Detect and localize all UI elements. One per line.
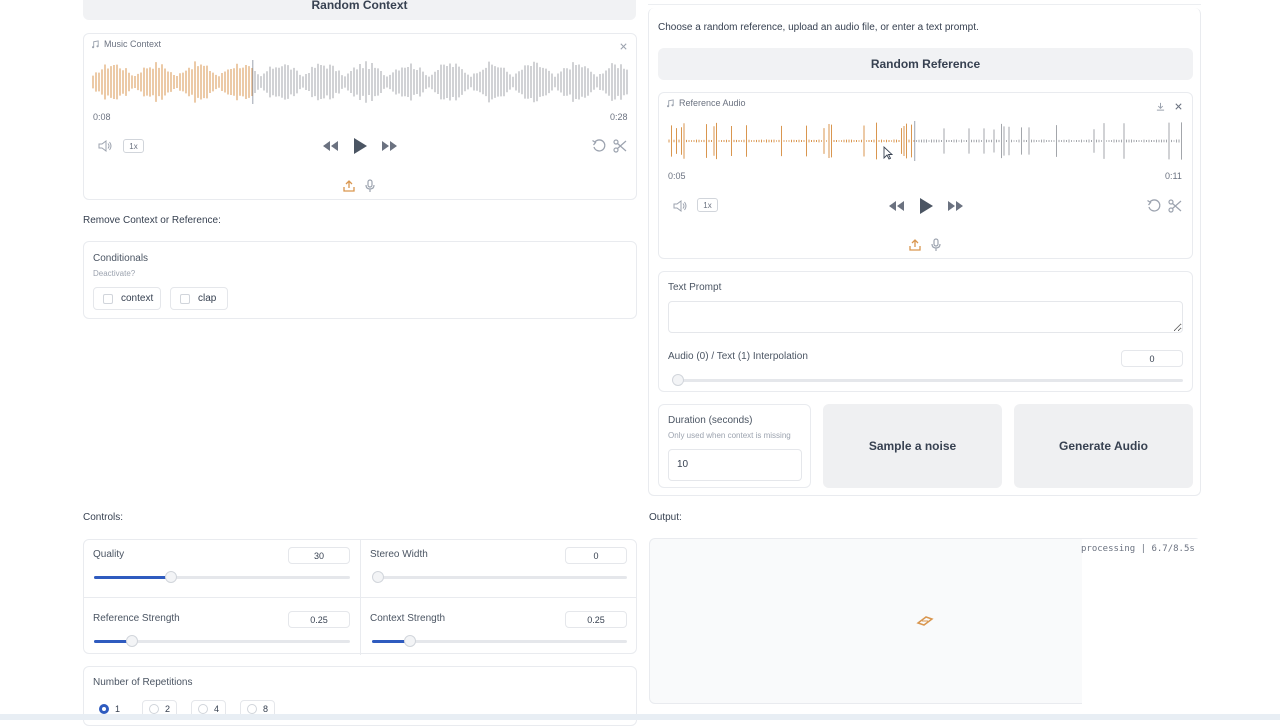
stereo-width-slider-thumb[interactable] bbox=[372, 571, 384, 583]
interpolation-value[interactable]: 0 bbox=[1121, 350, 1183, 367]
undo-icon[interactable] bbox=[591, 138, 607, 154]
processing-status: processing | 6.7/8.5s bbox=[1081, 544, 1195, 554]
rewind-icon[interactable] bbox=[322, 139, 340, 153]
music-context-tag: Music Context bbox=[91, 39, 161, 49]
music-note-icon bbox=[666, 98, 674, 107]
fast-forward-icon[interactable] bbox=[946, 199, 964, 213]
text-prompt-panel: Text Prompt Audio (0) / Text (1) Interpo… bbox=[658, 271, 1193, 392]
random-reference-button[interactable]: Random Reference bbox=[658, 48, 1193, 80]
context-strength-value[interactable]: 0.25 bbox=[565, 611, 627, 628]
output-panel: processing | 6.7/8.5s bbox=[649, 538, 1201, 704]
conditionals-panel: Conditionals Deactivate? context clap bbox=[83, 241, 637, 319]
close-icon[interactable] bbox=[619, 42, 628, 51]
interpolation-label: Audio (0) / Text (1) Interpolation bbox=[668, 351, 808, 362]
context-checkbox[interactable]: context bbox=[93, 287, 161, 310]
quality-label: Quality bbox=[93, 549, 125, 560]
controls-panel: Quality 30 Stereo Width 0 Reference Stre… bbox=[83, 539, 637, 655]
download-icon[interactable] bbox=[1156, 102, 1165, 111]
radio-dot[interactable] bbox=[149, 704, 159, 714]
repetitions-label: Number of Repetitions bbox=[93, 677, 193, 688]
volume-icon[interactable] bbox=[672, 199, 688, 213]
upload-icon[interactable] bbox=[909, 238, 921, 251]
fast-forward-icon[interactable] bbox=[380, 139, 398, 153]
controls-divider-horizontal bbox=[84, 597, 636, 598]
reference-audio-player: Reference Audio 0:05 0:11 1x bbox=[658, 92, 1193, 259]
play-icon[interactable] bbox=[352, 137, 368, 155]
quality-slider-fill bbox=[94, 576, 171, 579]
context-strength-slider-thumb[interactable] bbox=[404, 635, 417, 647]
volume-icon[interactable] bbox=[97, 139, 113, 153]
upload-icon[interactable] bbox=[343, 179, 355, 192]
text-prompt-input[interactable] bbox=[668, 301, 1183, 333]
checkbox-box[interactable] bbox=[103, 293, 113, 304]
microphone-icon[interactable] bbox=[930, 238, 942, 252]
current-time: 0:08 bbox=[93, 112, 111, 122]
total-time: 0:11 bbox=[1165, 171, 1182, 181]
interpolation-slider[interactable] bbox=[672, 374, 1183, 386]
play-icon[interactable] bbox=[918, 197, 934, 215]
random-context-label: Random Context bbox=[311, 0, 408, 12]
duration-label: Duration (seconds) bbox=[668, 415, 753, 426]
quality-slider-thumb[interactable] bbox=[164, 571, 177, 583]
text-prompt-label: Text Prompt bbox=[668, 282, 722, 293]
quality-value[interactable]: 30 bbox=[288, 547, 350, 564]
music-context-player: Music Context 0:08 0:28 1x bbox=[83, 33, 637, 200]
rewind-icon[interactable] bbox=[888, 199, 906, 213]
conditionals-subtitle: Deactivate? bbox=[93, 269, 136, 278]
quality-slider[interactable] bbox=[94, 571, 350, 583]
bottom-browser-bar bbox=[0, 714, 1280, 720]
conditionals-title: Conditionals bbox=[93, 253, 149, 264]
radio-dot[interactable] bbox=[247, 704, 257, 714]
sample-noise-button[interactable]: Sample a noise bbox=[823, 404, 1002, 488]
music-note-icon bbox=[91, 39, 99, 48]
instruction-text: Choose a random reference, upload an aud… bbox=[658, 22, 979, 33]
output-status-area bbox=[1082, 539, 1201, 704]
current-time: 0:05 bbox=[668, 171, 686, 181]
reference-strength-slider[interactable] bbox=[94, 635, 350, 647]
mouse-cursor-icon bbox=[883, 146, 893, 160]
reference-strength-value[interactable]: 0.25 bbox=[288, 611, 350, 628]
reference-strength-label: Reference Strength bbox=[93, 613, 180, 624]
scissors-icon[interactable] bbox=[612, 138, 628, 154]
radio-dot[interactable] bbox=[198, 704, 208, 714]
interpolation-slider-thumb[interactable] bbox=[672, 374, 684, 386]
playback-speed-button[interactable]: 1x bbox=[697, 198, 718, 212]
clap-checkbox[interactable]: clap bbox=[170, 287, 228, 310]
radio-dot[interactable] bbox=[99, 704, 109, 714]
reference-audio-tag: Reference Audio bbox=[666, 98, 746, 108]
stereo-width-label: Stereo Width bbox=[370, 549, 428, 560]
reference-strength-slider-thumb[interactable] bbox=[126, 635, 139, 647]
close-icon[interactable] bbox=[1174, 102, 1183, 111]
stereo-width-value[interactable]: 0 bbox=[565, 547, 627, 564]
playback-speed-button[interactable]: 1x bbox=[123, 139, 144, 153]
random-context-button[interactable]: Random Context bbox=[83, 0, 636, 20]
total-time: 0:28 bbox=[610, 112, 628, 122]
top-rule bbox=[648, 4, 1201, 5]
scissors-icon[interactable] bbox=[1167, 198, 1183, 214]
context-strength-label: Context Strength bbox=[370, 613, 446, 624]
stereo-width-slider[interactable] bbox=[372, 571, 627, 583]
duration-panel: Duration (seconds) Only used when contex… bbox=[658, 404, 811, 488]
microphone-icon[interactable] bbox=[364, 179, 376, 193]
context-strength-slider[interactable] bbox=[372, 635, 627, 647]
generate-audio-button[interactable]: Generate Audio bbox=[1014, 404, 1193, 488]
loading-spinner-icon bbox=[916, 616, 934, 626]
checkbox-box[interactable] bbox=[180, 293, 190, 304]
controls-label: Controls: bbox=[83, 512, 124, 523]
output-label: Output: bbox=[649, 512, 682, 523]
remove-context-label: Remove Context or Reference: bbox=[83, 215, 221, 226]
duration-hint: Only used when context is missing bbox=[668, 431, 791, 440]
music-context-waveform[interactable] bbox=[92, 60, 628, 104]
reference-audio-waveform[interactable] bbox=[668, 121, 1182, 161]
duration-input[interactable]: 10 bbox=[668, 449, 802, 481]
undo-icon[interactable] bbox=[1146, 198, 1162, 214]
